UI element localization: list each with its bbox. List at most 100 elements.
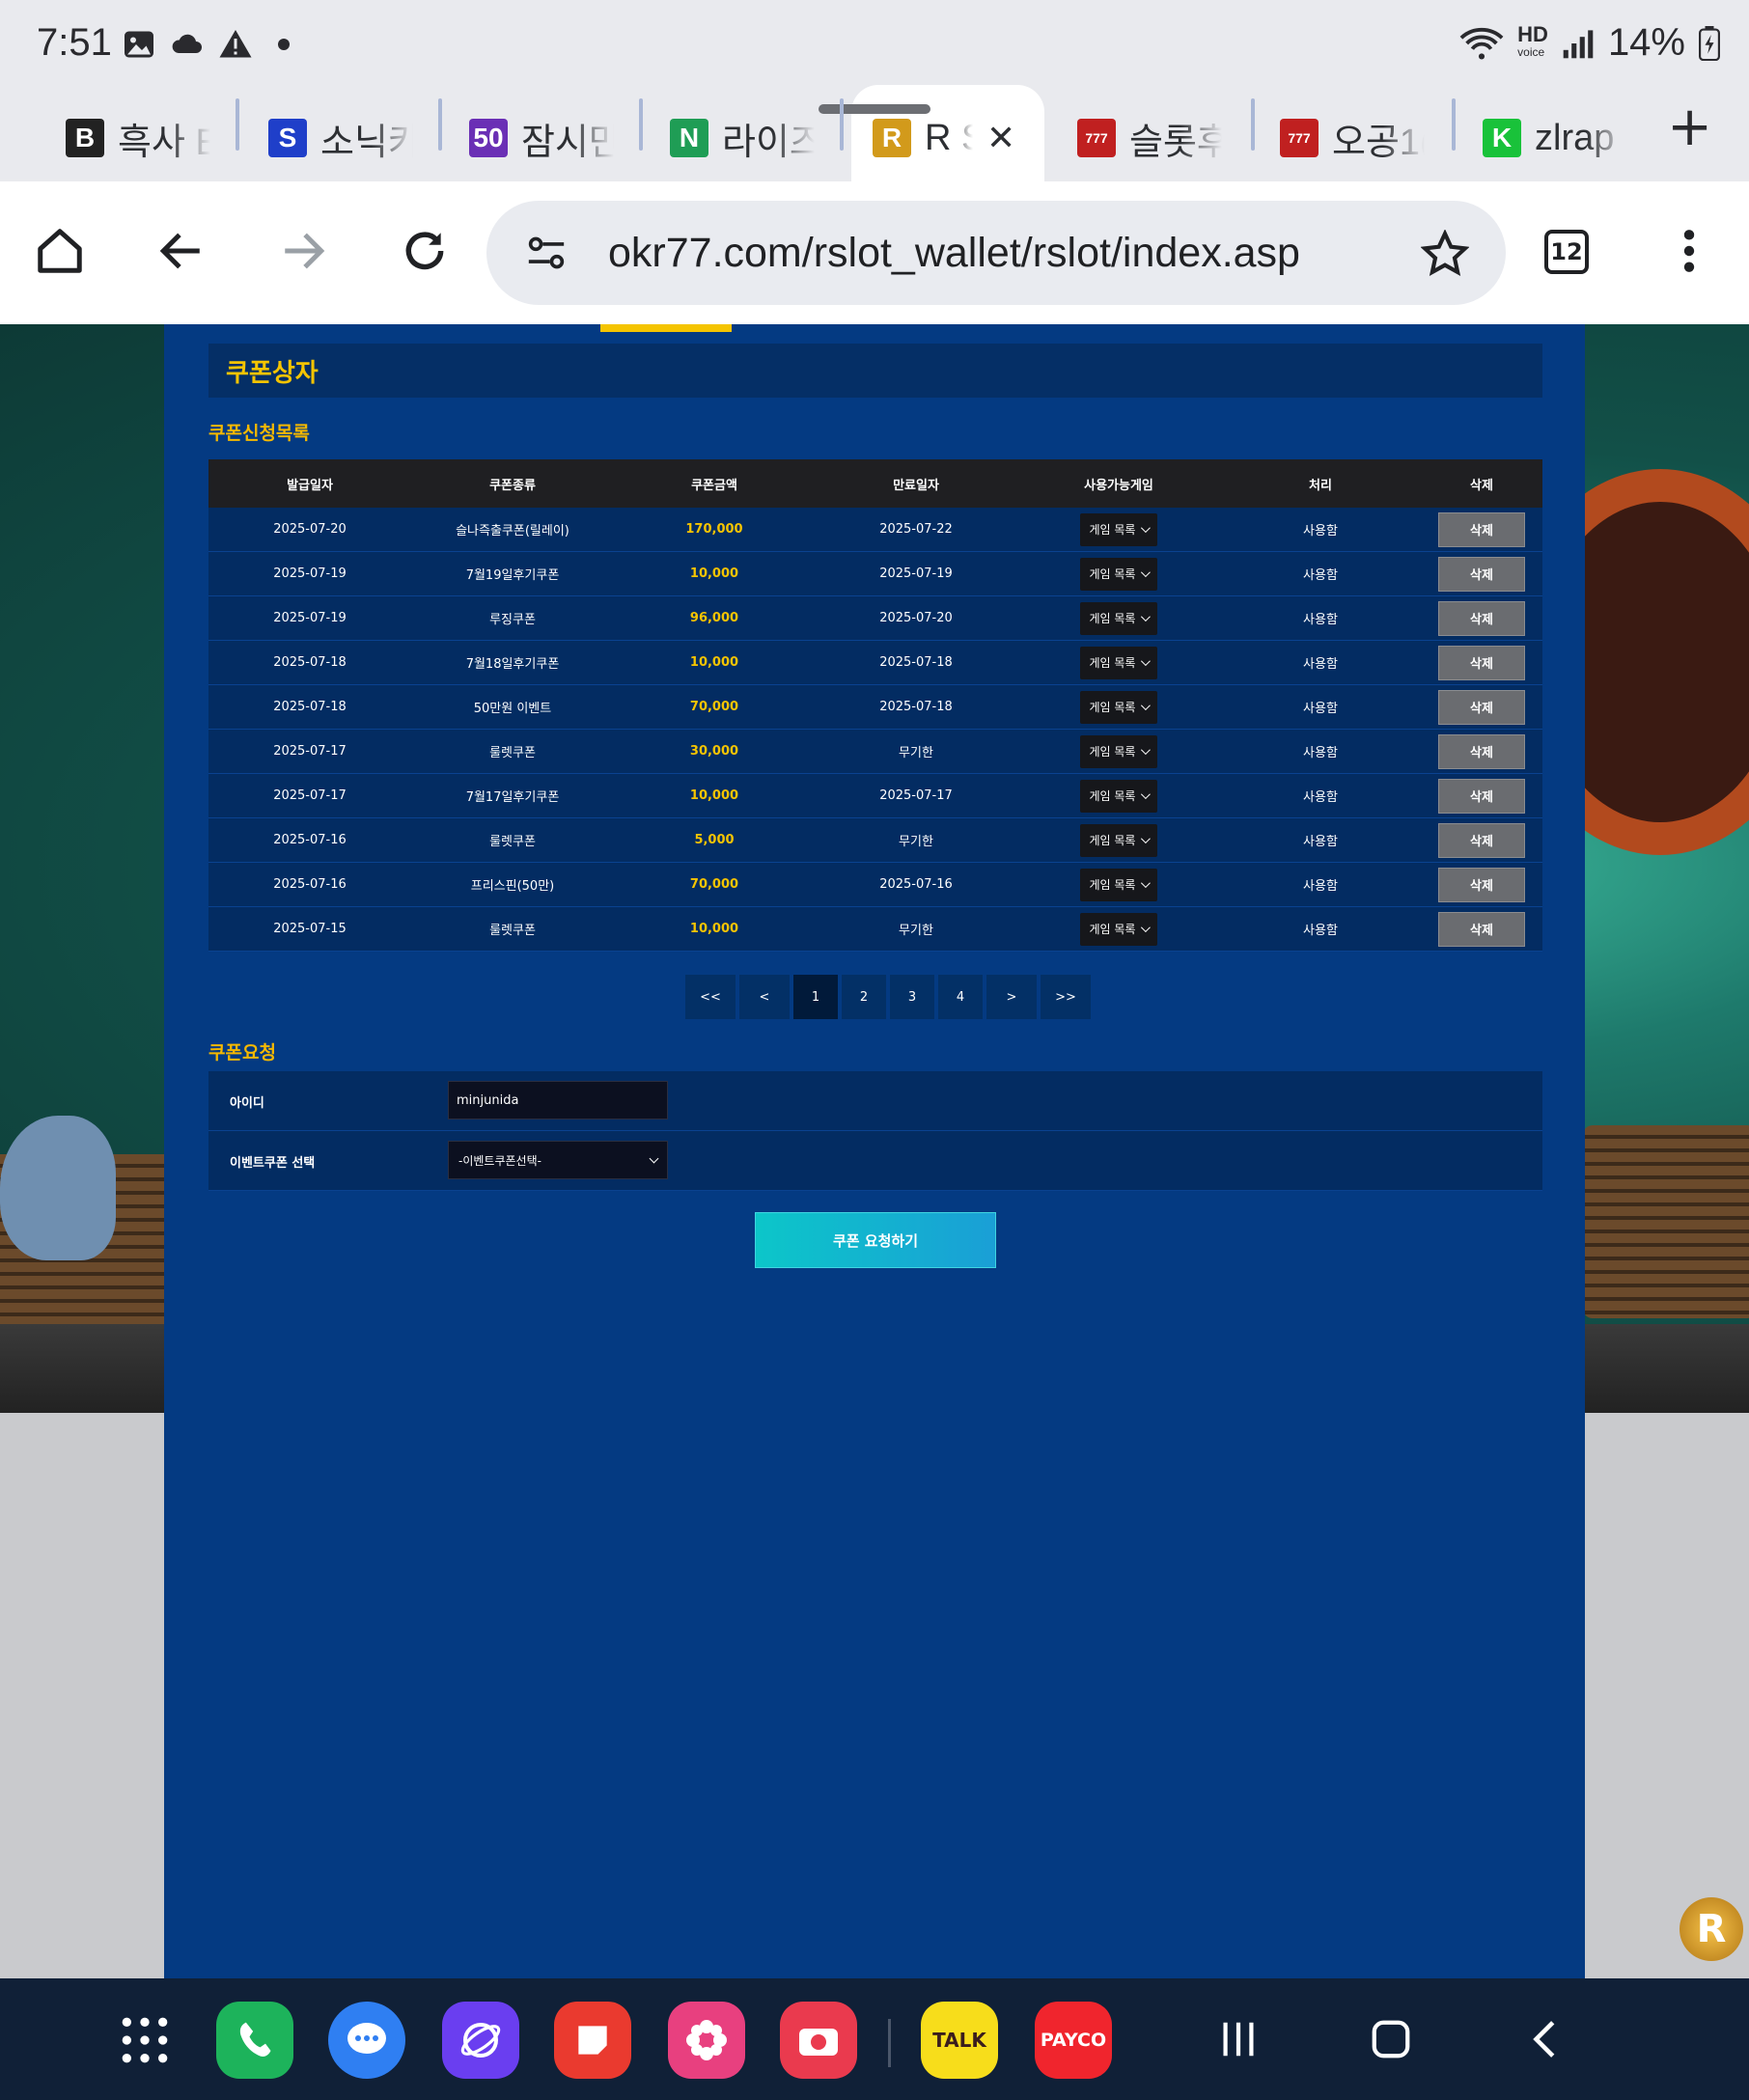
cell-delete: 삭제 bbox=[1421, 778, 1542, 814]
game-list-select[interactable]: 게임 목록 bbox=[1080, 823, 1157, 857]
cell-games: 게임 목록 bbox=[1017, 734, 1220, 768]
delete-button[interactable]: 삭제 bbox=[1438, 778, 1525, 814]
delete-button[interactable]: 삭제 bbox=[1438, 867, 1525, 902]
new-tab-button[interactable]: + bbox=[1667, 100, 1712, 154]
game-list-label: 게임 목록 bbox=[1089, 923, 1136, 936]
address-bar[interactable]: okr77.com/rslot_wallet/rslot/index.asp bbox=[486, 201, 1506, 305]
cell-delete: 삭제 bbox=[1421, 911, 1542, 947]
floating-logo-button[interactable]: R bbox=[1680, 1897, 1743, 1961]
game-list-select[interactable]: 게임 목록 bbox=[1080, 690, 1157, 724]
id-field[interactable]: minjunida bbox=[448, 1081, 668, 1119]
coupon-list-label: 쿠폰신청목록 bbox=[208, 423, 310, 444]
home-button[interactable] bbox=[29, 220, 91, 282]
game-list-select[interactable]: 게임 목록 bbox=[1080, 646, 1157, 679]
tab-title: R S bbox=[925, 117, 973, 158]
game-list-select[interactable]: 게임 목록 bbox=[1080, 912, 1157, 946]
cell-type: 7월18일후기쿠폰 bbox=[465, 657, 560, 672]
internet-app[interactable] bbox=[442, 2002, 519, 2079]
bookmark-star-icon[interactable] bbox=[1421, 230, 1469, 278]
recents-button[interactable] bbox=[1216, 2017, 1261, 2065]
tab-favicon-icon: 777 bbox=[1077, 119, 1116, 157]
game-list-select[interactable]: 게임 목록 bbox=[1080, 512, 1157, 546]
tab-title: 슬롯후 bbox=[1129, 122, 1222, 163]
col-status: 처리 bbox=[1309, 478, 1332, 493]
last-page-button[interactable]: >> bbox=[1041, 975, 1091, 1019]
tab-4[interactable]: N 라이즈 bbox=[670, 104, 815, 172]
cell-expires: 무기한 bbox=[899, 924, 933, 938]
phone-icon bbox=[239, 2022, 271, 2057]
tab-2[interactable]: S 소닉카 bbox=[268, 104, 413, 172]
menu-button[interactable] bbox=[1658, 220, 1720, 282]
chevron-down-icon bbox=[1141, 701, 1152, 711]
tab-6[interactable]: 777 슬롯후 bbox=[1077, 104, 1222, 172]
delete-button[interactable]: 삭제 bbox=[1438, 822, 1525, 858]
game-list-select[interactable]: 게임 목록 bbox=[1080, 557, 1157, 591]
cell-status: 사용함 bbox=[1303, 835, 1338, 849]
forward-button[interactable] bbox=[272, 220, 334, 282]
table-header: 발급일자 쿠폰종류 쿠폰금액 만료일자 사용가능게임 처리 삭제 bbox=[208, 459, 1542, 508]
game-list-select[interactable]: 게임 목록 bbox=[1080, 734, 1157, 768]
browser-toolbar: okr77.com/rslot_wallet/rslot/index.asp 1… bbox=[0, 181, 1749, 324]
page-2-button[interactable]: 2 bbox=[842, 975, 886, 1019]
coupon-panel: 쿠폰상자 쿠폰신청목록 발급일자 쿠폰종류 쿠폰금액 만료일자 사용가능게임 처… bbox=[164, 324, 1585, 1978]
tab-separator bbox=[236, 98, 239, 151]
cell-issued: 2025-07-16 bbox=[273, 877, 347, 892]
cell-type: 슬나즉출쿠폰(릴레이) bbox=[456, 524, 569, 539]
delete-button[interactable]: 삭제 bbox=[1438, 556, 1525, 592]
site-settings-icon[interactable] bbox=[525, 234, 568, 272]
request-coupon-button[interactable]: 쿠폰 요청하기 bbox=[755, 1212, 996, 1268]
table-row: 2025-07-19 루징쿠폰 96,000 2025-07-20 게임 목록 사용함 삭제 bbox=[208, 596, 1542, 641]
kakaotalk-app[interactable]: TALK bbox=[921, 2002, 998, 2079]
game-list-select[interactable]: 게임 목록 bbox=[1080, 779, 1157, 813]
tab-7[interactable]: 777 오공1( bbox=[1280, 104, 1425, 172]
cell-status: 사용함 bbox=[1303, 657, 1338, 672]
tab-1[interactable]: B 흑사 E bbox=[66, 104, 210, 172]
tab-3[interactable]: 50 잠시만 bbox=[469, 104, 614, 172]
tab-title: 라이즈 bbox=[722, 122, 815, 163]
game-list-select[interactable]: 게임 목록 bbox=[1080, 868, 1157, 901]
camera-icon bbox=[799, 2029, 838, 2056]
tab-8[interactable]: Kzlrap bbox=[1483, 104, 1627, 172]
tab-separator bbox=[639, 98, 643, 151]
phone-app[interactable] bbox=[216, 2002, 293, 2079]
page-4-button[interactable]: 4 bbox=[938, 975, 983, 1019]
messages-app[interactable] bbox=[328, 2002, 405, 2079]
delete-button[interactable]: 삭제 bbox=[1438, 645, 1525, 680]
game-list-select[interactable]: 게임 목록 bbox=[1080, 601, 1157, 635]
back-nav-button[interactable] bbox=[1525, 2017, 1569, 2065]
delete-button[interactable]: 삭제 bbox=[1438, 911, 1525, 947]
delete-button[interactable]: 삭제 bbox=[1438, 600, 1525, 636]
tab-switcher-button[interactable]: 12 bbox=[1544, 230, 1589, 274]
first-page-button[interactable]: << bbox=[685, 975, 736, 1019]
event-coupon-select[interactable]: -이벤트쿠폰선택- bbox=[448, 1141, 668, 1179]
payco-app[interactable]: PAYCO bbox=[1035, 2002, 1112, 2079]
home-nav-button[interactable] bbox=[1369, 2017, 1413, 2065]
col-issued: 발급일자 bbox=[287, 478, 333, 493]
tab-favicon-icon: R bbox=[873, 119, 911, 157]
page-3-button[interactable]: 3 bbox=[890, 975, 934, 1019]
delete-button[interactable]: 삭제 bbox=[1438, 689, 1525, 725]
shark-mascot-decoration bbox=[0, 1116, 116, 1260]
cell-amount: 170,000 bbox=[685, 522, 743, 537]
coupon-request-label: 쿠폰요청 bbox=[208, 1042, 276, 1064]
web-page: 쿠폰상자 쿠폰신청목록 발급일자 쿠폰종류 쿠폰금액 만료일자 사용가능게임 처… bbox=[0, 324, 1749, 1978]
apps-grid-button[interactable] bbox=[106, 2002, 183, 2079]
table-row: 2025-07-17 7월17일후기쿠폰 10,000 2025-07-17 게임 목록… bbox=[208, 774, 1542, 818]
delete-button[interactable]: 삭제 bbox=[1438, 733, 1525, 769]
col-amount: 쿠폰금액 bbox=[691, 478, 737, 493]
reload-button[interactable] bbox=[394, 220, 456, 282]
camera-app[interactable] bbox=[780, 2002, 857, 2079]
col-type: 쿠폰종류 bbox=[489, 478, 536, 493]
back-button[interactable] bbox=[151, 220, 212, 282]
col-games: 사용가능게임 bbox=[1084, 478, 1153, 493]
prev-page-button[interactable]: < bbox=[739, 975, 790, 1019]
page-1-button[interactable]: 1 bbox=[793, 975, 838, 1019]
cell-delete: 삭제 bbox=[1421, 645, 1542, 680]
more-vert-icon bbox=[1683, 230, 1695, 272]
gallery-app[interactable] bbox=[668, 2002, 745, 2079]
next-page-button[interactable]: > bbox=[986, 975, 1037, 1019]
delete-button[interactable]: 삭제 bbox=[1438, 511, 1525, 547]
tab-5[interactable]: R R S ✕ bbox=[873, 104, 1015, 172]
close-tab-icon[interactable]: ✕ bbox=[986, 118, 1015, 158]
notes-app[interactable] bbox=[554, 2002, 631, 2079]
